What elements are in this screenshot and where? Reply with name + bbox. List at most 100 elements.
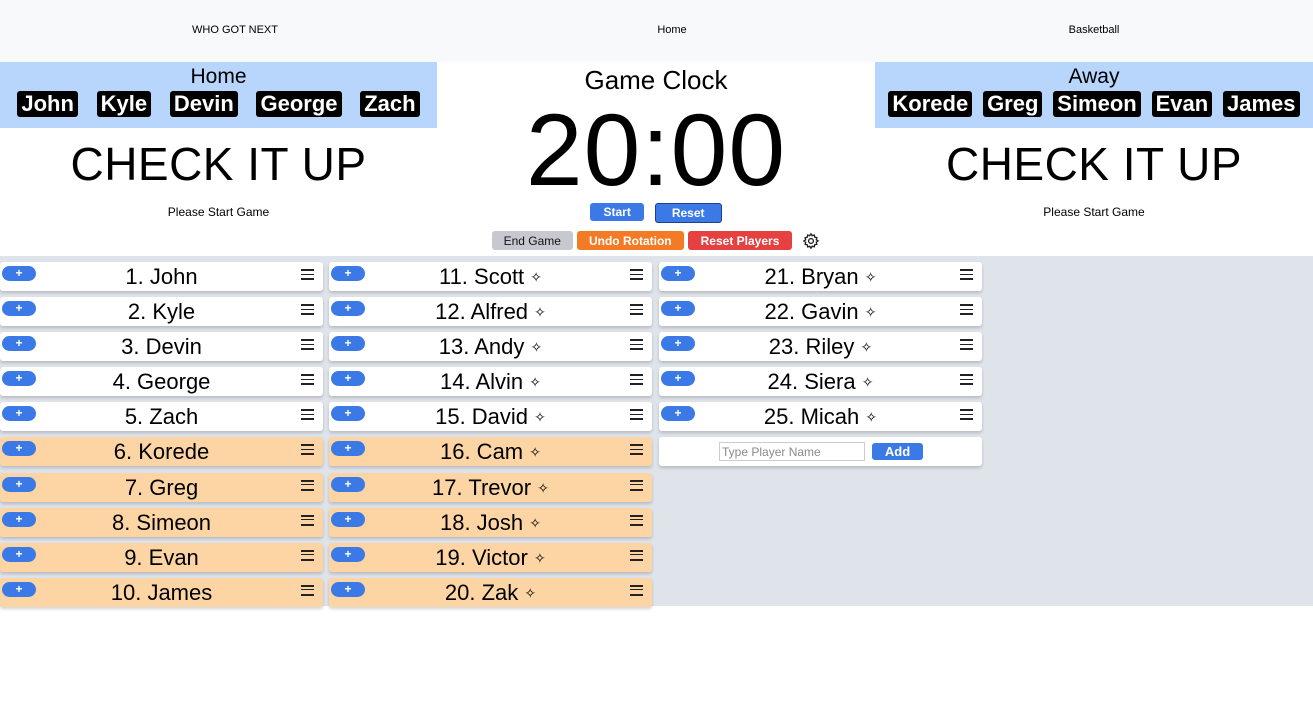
queue-player-name: 18. Josh ✧ [329,510,652,536]
queue-player-name: 7. Greg [0,475,323,501]
queue-player-label: 25. Micah [763,404,860,430]
drag-handle-icon[interactable] [301,409,314,421]
queue-player-name: 10. James [0,580,323,606]
queue-row[interactable]: +15. David ✧ [329,402,652,432]
queue-player-label: 22. Gavin [764,299,859,325]
queue-player-label: 24. Siera [767,369,856,395]
queue-row[interactable]: +18. Josh ✧ [329,507,652,537]
queue-row[interactable]: +22. Gavin ✧ [659,297,982,327]
sparkle-icon: ✧ [864,269,877,285]
queue-row[interactable]: +2. Kyle [0,297,323,327]
drag-handle-icon[interactable] [301,584,314,596]
clock-controls: Start Reset [437,203,875,223]
queue-player-label: 20. Zak [444,579,519,605]
drag-handle-icon[interactable] [630,514,643,526]
queue-row[interactable]: +19. Victor ✧ [329,542,652,572]
away-player-chip: Korede [888,91,973,117]
queue-row[interactable]: +16. Cam ✧ [329,437,652,467]
queue-row[interactable]: +13. Andy ✧ [329,332,652,362]
brand-link[interactable]: WHO GOT NEXT [192,24,278,36]
queue-row[interactable]: +3. Devin [0,332,323,362]
drag-handle-icon[interactable] [960,339,973,351]
add-player-button[interactable]: Add [872,443,923,461]
drag-handle-icon[interactable] [960,269,973,280]
player-name-input[interactable] [719,442,865,462]
nav-sport-link[interactable]: Basketball [1069,24,1120,36]
queue-row[interactable]: +20. Zak ✧ [329,577,652,607]
drag-handle-icon[interactable] [630,409,643,421]
drag-handle-icon[interactable] [301,339,314,351]
queue-player-name: 16. Cam ✧ [329,439,652,465]
home-team-players: John Kyle Devin George Zach [0,91,437,117]
start-button[interactable]: Start [590,203,644,221]
reset-players-button[interactable]: Reset Players [687,231,793,250]
drag-handle-icon[interactable] [301,479,314,491]
drag-handle-icon[interactable] [630,269,643,280]
queue-row[interactable]: +21. Bryan ✧ [659,262,982,291]
queue-player-name: 2. Kyle [0,299,323,325]
sparkle-icon: ✧ [861,374,874,391]
drag-handle-icon[interactable] [301,444,314,456]
drag-handle-icon[interactable] [630,444,643,456]
sparkle-icon: ✧ [865,409,878,426]
drag-handle-icon[interactable] [301,514,314,526]
undo-rotation-button[interactable]: Undo Rotation [576,231,684,250]
queue-row[interactable]: +9. Evan [0,542,323,572]
queue-row[interactable]: +14. Alvin ✧ [329,367,652,397]
sparkle-icon: ✧ [534,409,546,426]
drag-handle-icon[interactable] [630,304,643,316]
drag-handle-icon[interactable] [630,479,643,491]
drag-handle-icon[interactable] [630,549,643,561]
queue-row[interactable]: +8. Simeon [0,507,323,537]
drag-handle-icon[interactable] [630,584,643,596]
queue-row[interactable]: +5. Zach [0,402,323,432]
away-team-box: Away Korede Greg Simeon Evan James [875,62,1313,128]
queue-player-name: 3. Devin [0,334,323,360]
queue-player-name: 13. Andy ✧ [329,334,652,360]
home-team-box: Home John Kyle Devin George Zach [0,62,437,128]
queue-row[interactable]: +11. Scott ✧ [329,262,652,291]
drag-handle-icon[interactable] [630,339,643,351]
end-game-button[interactable]: End Game [491,231,573,250]
queue-row[interactable]: +25. Micah ✧ [659,402,982,432]
queue-row[interactable]: +10. James [0,577,323,607]
queue-player-label: 14. Alvin [439,369,524,395]
queue-player-name: 6. Korede [0,439,323,465]
queue-row[interactable]: +23. Riley ✧ [659,332,982,362]
queue-row[interactable]: +17. Trevor ✧ [329,472,652,502]
drag-handle-icon[interactable] [960,374,973,386]
queue-player-label: 18. Josh [439,509,524,535]
queue-player-label: 9. Evan [124,544,199,570]
player-queue: +1. John +2. Kyle +3. Devin +4. George +5. Z… [0,256,1313,607]
queue-player-label: 4. George [112,369,211,395]
drag-handle-icon[interactable] [630,374,643,386]
queue-row[interactable]: +7. Greg [0,472,323,502]
gear-icon[interactable] [802,232,820,250]
sparkle-icon: ✧ [864,304,877,321]
away-team-players: Korede Greg Simeon Evan James [875,91,1313,117]
queue-row[interactable]: +6. Korede [0,437,323,467]
sparkle-icon: ✧ [529,444,541,461]
drag-handle-icon[interactable] [301,374,314,386]
drag-handle-icon[interactable] [301,549,314,561]
queue-row[interactable]: +24. Siera ✧ [659,367,982,397]
drag-handle-icon[interactable] [960,409,973,421]
queue-row[interactable]: +1. John [0,262,323,291]
queue-player-label: 12. Alfred [435,299,529,325]
nav-home-link[interactable]: Home [657,24,686,36]
home-team-panel: Home John Kyle Devin George Zach CHECK I… [0,62,437,256]
drag-handle-icon[interactable] [960,304,973,316]
queue-row[interactable]: +12. Alfred ✧ [329,297,652,327]
home-player-chip: Zach [360,91,420,117]
queue-row[interactable]: +4. George [0,367,323,397]
game-actions: End Game Undo Rotation Reset Players [437,231,875,250]
reset-clock-button[interactable]: Reset [654,203,722,223]
drag-handle-icon[interactable] [301,304,314,316]
queue-player-name: 21. Bryan ✧ [659,264,982,290]
home-player-chip: George [256,91,342,117]
drag-handle-icon[interactable] [301,269,314,280]
game-clock-title: Game Clock [584,65,728,95]
away-team-panel: Away Korede Greg Simeon Evan James CHECK… [875,62,1313,256]
queue-column-1: +1. John +2. Kyle +3. Devin +4. George +5. Z… [0,262,323,613]
queue-player-label: 5. Zach [124,404,199,430]
